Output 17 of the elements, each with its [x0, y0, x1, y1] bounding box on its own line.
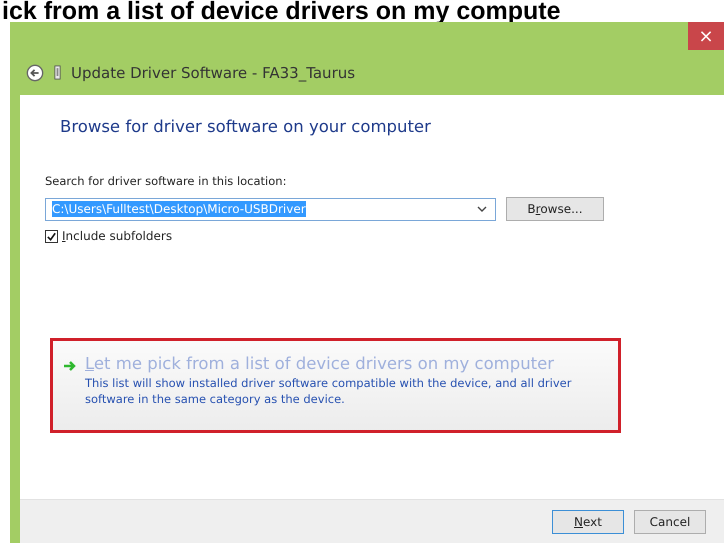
- arrow-icon: [63, 360, 77, 372]
- device-icon: [54, 65, 61, 80]
- include-subfolders-label: Include subfolders: [62, 229, 172, 243]
- page-heading: Browse for driver software on your computer: [60, 117, 432, 136]
- caption-text: ick from a list of device drivers on my compute: [1, 0, 562, 22]
- window-title: Update Driver Software - FA33_Taurus: [71, 64, 356, 82]
- option-title: Let me pick from a list of device drivers on my computer: [85, 354, 556, 373]
- dialog-button[interactable]: Cancel: [634, 510, 706, 534]
- option-description: This list will show installed driver software compatible with the device, and all driver software in the same category as the device.: [85, 375, 572, 407]
- location-label: Search for driver software in this location:: [45, 174, 288, 188]
- include-subfolders-checkbox[interactable]: [45, 230, 58, 242]
- dropdown-chevron-icon[interactable]: [477, 206, 487, 212]
- close-button[interactable]: ×: [688, 22, 724, 50]
- dialog-button[interactable]: Next: [552, 510, 624, 534]
- browse-button[interactable]: Browse...: [506, 197, 604, 221]
- back-icon[interactable]: [26, 64, 44, 82]
- driver-list-option[interactable]: Let me pick from a list of device drivers on my computer This list will show installed driver software compatible with the device, and all driver software in the same category as the device.: [50, 338, 621, 433]
